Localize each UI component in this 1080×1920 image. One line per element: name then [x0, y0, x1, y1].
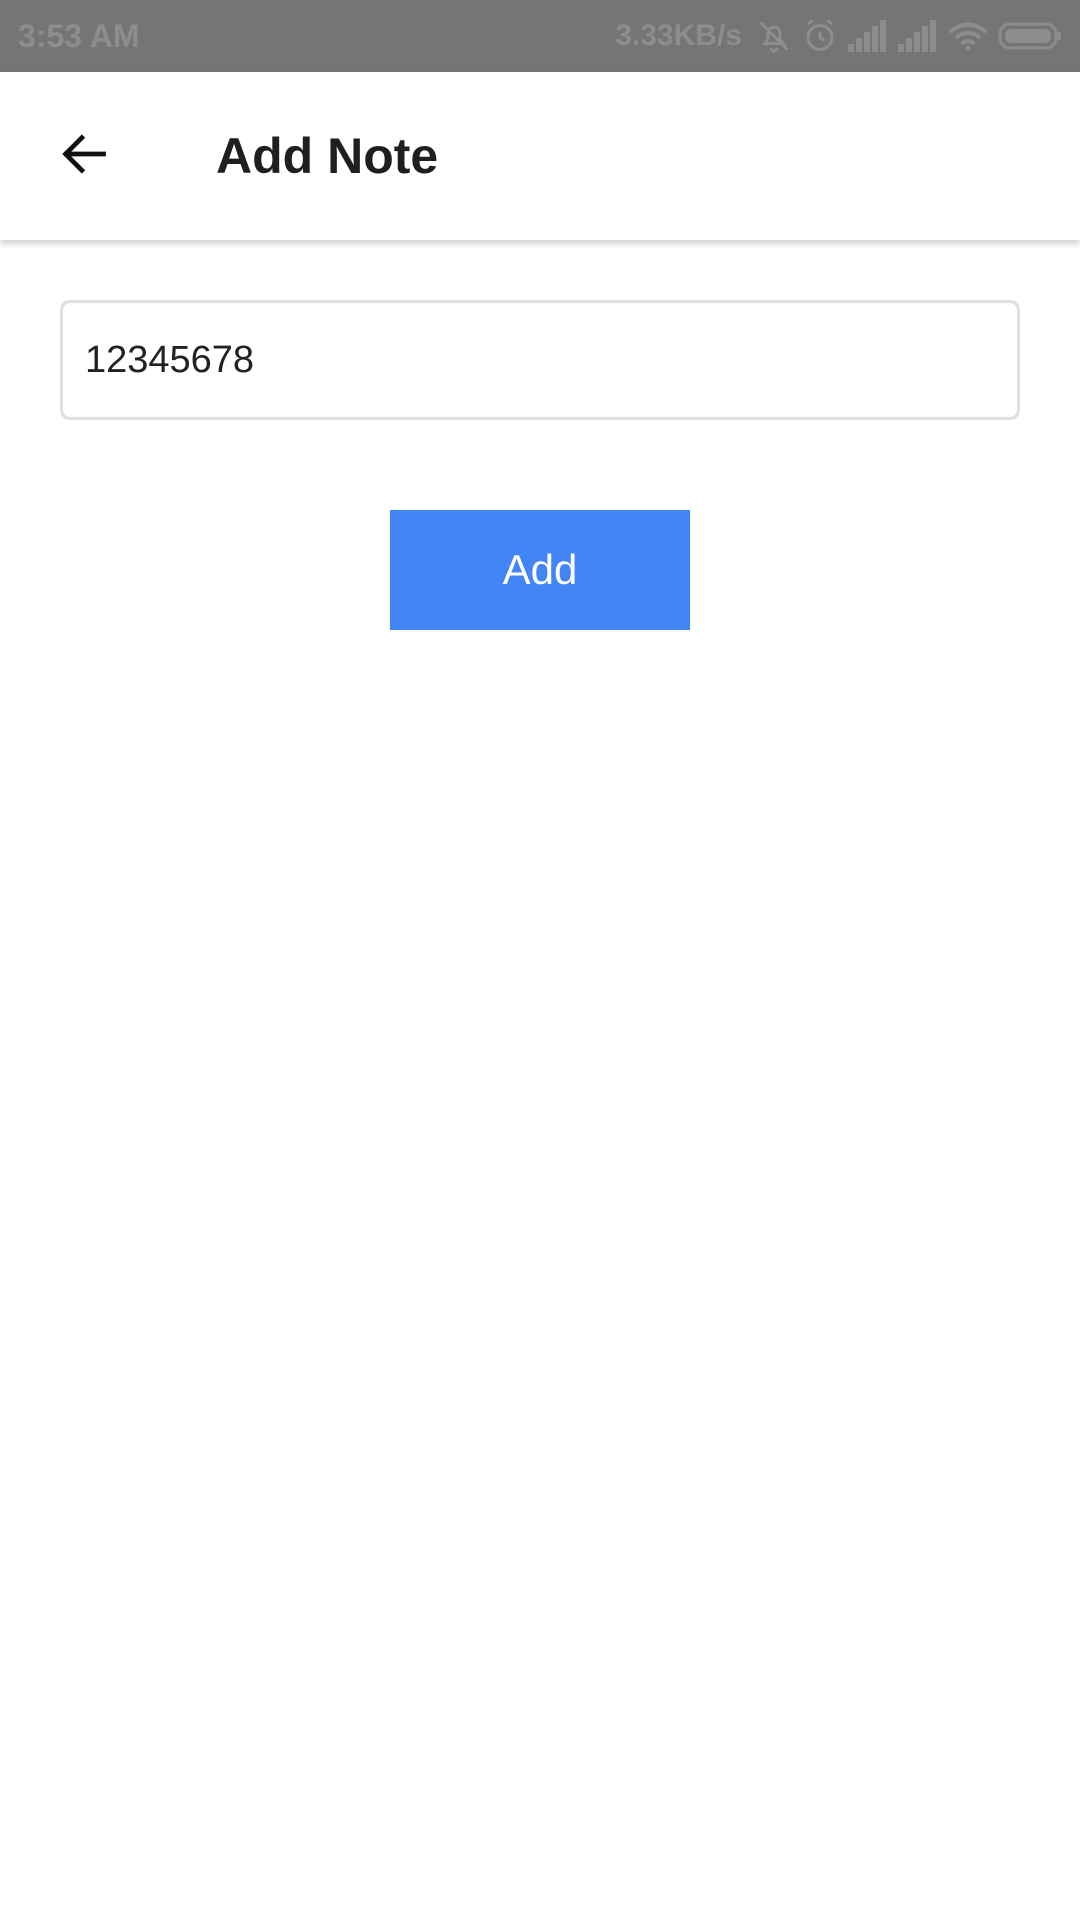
note-input[interactable] [60, 300, 1020, 420]
app-bar: Add Note [0, 72, 1080, 240]
status-bar: 3:53 AM 3.33KB/s [0, 0, 1080, 72]
signal-icon [848, 16, 888, 56]
battery-icon [998, 16, 1062, 56]
alarm-icon [802, 16, 838, 56]
network-speed: 3.33KB/s [615, 19, 742, 52]
arrow-left-icon [58, 128, 110, 185]
wifi-icon [948, 16, 988, 56]
back-button[interactable] [36, 108, 132, 204]
page-title: Add Note [216, 128, 439, 184]
status-icons: 3.33KB/s [615, 16, 1062, 56]
signal-icon [898, 16, 938, 56]
bell-muted-icon [756, 16, 792, 56]
status-time: 3:53 AM [18, 17, 140, 54]
add-note-screen: 3:53 AM 3.33KB/s Add Note 12345678 Add [0, 0, 1080, 1920]
add-button[interactable]: Add [390, 510, 690, 630]
